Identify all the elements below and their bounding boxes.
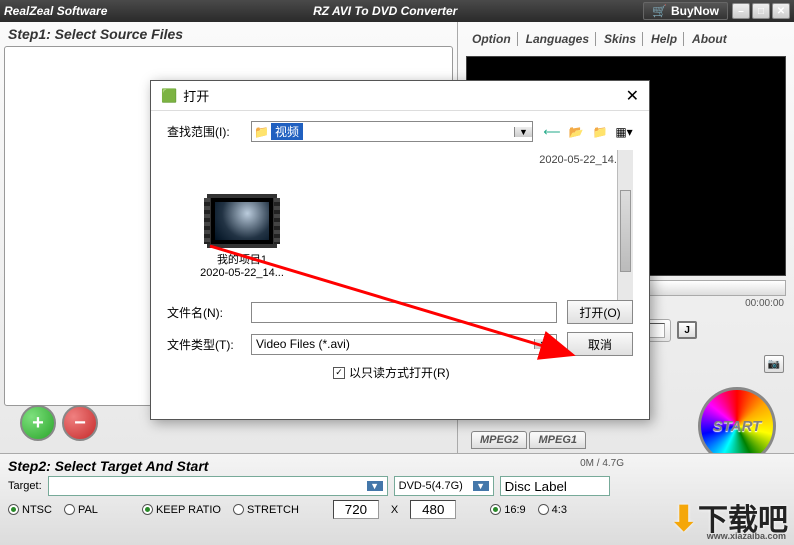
radio-dot-icon xyxy=(8,504,19,515)
watermark-url: www.xiazaiba.com xyxy=(707,531,786,541)
menu-bar: Option Languages Skins Help About xyxy=(462,26,790,52)
readonly-checkbox[interactable]: ✓ 以只读方式打开(R) xyxy=(333,364,633,381)
time-end: 00:00:00 xyxy=(745,298,784,309)
dropdown-icon: ▼ xyxy=(367,481,383,491)
stretch-label: STRETCH xyxy=(247,504,299,516)
filename-input[interactable] xyxy=(251,302,557,323)
cancel-button[interactable]: 取消 xyxy=(567,332,633,356)
disc-label-input[interactable] xyxy=(500,476,610,496)
radio-ntsc[interactable]: NTSC xyxy=(8,504,52,516)
size-indicator: 0M / 4.7G xyxy=(580,458,624,469)
target-combo[interactable]: ▼ xyxy=(48,476,388,496)
file-item[interactable]: 我的项目1 2020-05-22_14... xyxy=(187,194,297,279)
mark-button[interactable]: J xyxy=(677,321,697,339)
dialog-close-button[interactable]: ✕ xyxy=(626,86,639,106)
radio-dot-icon xyxy=(142,504,153,515)
buy-now-button[interactable]: 🛒 BuyNow xyxy=(643,2,728,20)
radio-keep-ratio[interactable]: KEEP RATIO xyxy=(142,504,221,516)
filetype-value: Video Files (*.avi) xyxy=(256,337,350,351)
start-label: START xyxy=(713,418,762,435)
brand-label: RealZeal Software xyxy=(4,4,107,18)
dropdown-icon: ▼ xyxy=(473,481,489,491)
tab-mpeg2[interactable]: MPEG2 xyxy=(471,431,528,449)
radio-16-9[interactable]: 16:9 xyxy=(490,504,525,516)
radio-dot-icon xyxy=(538,504,549,515)
file-date-top: 2020-05-22_14... xyxy=(539,154,623,166)
minimize-button[interactable]: – xyxy=(732,3,750,19)
checkbox-icon: ✓ xyxy=(333,367,345,379)
folder-icon: 📁 xyxy=(254,125,269,139)
radio-dot-icon xyxy=(64,504,75,515)
height-input[interactable] xyxy=(410,500,456,519)
menu-languages[interactable]: Languages xyxy=(520,32,596,46)
target-label: Target: xyxy=(8,480,42,492)
ntsc-label: NTSC xyxy=(22,504,52,516)
lookin-combo[interactable]: 📁 视频 ▼ xyxy=(251,121,533,142)
file-name: 我的项目1 xyxy=(187,251,297,267)
tab-mpeg1[interactable]: MPEG1 xyxy=(529,431,586,449)
app-title: RZ AVI To DVD Converter xyxy=(127,4,643,18)
view-menu-icon[interactable]: ▦▾ xyxy=(615,123,633,141)
radio-dot-icon xyxy=(490,504,501,515)
cart-icon: 🛒 xyxy=(652,4,667,18)
media-combo[interactable]: DVD-5(4.7G) ▼ xyxy=(394,476,494,496)
radio-4-3[interactable]: 4:3 xyxy=(538,504,567,516)
filetype-label: 文件类型(T): xyxy=(167,336,241,353)
remove-button[interactable]: − xyxy=(62,405,98,441)
watermark: ⬇ 下载吧 www.xiazaiba.com xyxy=(670,495,789,539)
step2-header: Step2: Select Target And Start xyxy=(8,458,786,474)
file-browser[interactable]: 2020-05-22_14... 我的项目1 2020-05-22_14... xyxy=(167,150,633,300)
keep-label: KEEP RATIO xyxy=(156,504,221,516)
video-thumbnail-icon xyxy=(207,194,277,248)
media-value: DVD-5(4.7G) xyxy=(399,480,463,492)
menu-help[interactable]: Help xyxy=(645,32,684,46)
add-button[interactable]: + xyxy=(20,405,56,441)
radio-pal[interactable]: PAL xyxy=(64,504,98,516)
pal-label: PAL xyxy=(78,504,98,516)
close-button[interactable]: ✕ xyxy=(772,3,790,19)
lookin-label: 查找范围(I): xyxy=(167,123,241,140)
maximize-button[interactable]: □ xyxy=(752,3,770,19)
up-folder-icon[interactable]: 📂 xyxy=(567,123,585,141)
filename-label: 文件名(N): xyxy=(167,304,241,321)
readonly-label: 以只读方式打开(R) xyxy=(349,364,450,381)
menu-about[interactable]: About xyxy=(686,32,733,46)
menu-skins[interactable]: Skins xyxy=(598,32,643,46)
dialog-icon: 🟩 xyxy=(161,88,177,104)
scrollbar[interactable] xyxy=(617,150,633,300)
snapshot-button[interactable]: 📷 xyxy=(764,355,784,373)
dialog-title: 打开 xyxy=(183,86,209,105)
titlebar: RealZeal Software RZ AVI To DVD Converte… xyxy=(0,0,794,22)
file-date: 2020-05-22_14... xyxy=(187,267,297,279)
width-input[interactable] xyxy=(333,500,379,519)
filetype-combo[interactable]: Video Files (*.avi) ▼ xyxy=(251,334,557,355)
x-label: X xyxy=(391,504,398,516)
r43-label: 4:3 xyxy=(552,504,567,516)
lookin-value: 视频 xyxy=(271,123,303,140)
back-icon[interactable]: ⟵ xyxy=(543,123,561,141)
open-dialog: 🟩 打开 ✕ 查找范围(I): 📁 视频 ▼ ⟵ 📂 📁 ▦▾ 2020-05-2… xyxy=(150,80,650,420)
dropdown-icon: ▼ xyxy=(514,127,532,137)
watermark-icon: ⬇ xyxy=(670,499,699,539)
step1-header: Step1: Select Source Files xyxy=(4,26,453,42)
open-button[interactable]: 打开(O) xyxy=(567,300,633,324)
menu-option[interactable]: Option xyxy=(466,32,518,46)
r169-label: 16:9 xyxy=(504,504,525,516)
radio-stretch[interactable]: STRETCH xyxy=(233,504,299,516)
radio-dot-icon xyxy=(233,504,244,515)
new-folder-icon[interactable]: 📁 xyxy=(591,123,609,141)
dropdown-icon: ▼ xyxy=(534,339,552,349)
buy-now-label: BuyNow xyxy=(671,4,719,18)
